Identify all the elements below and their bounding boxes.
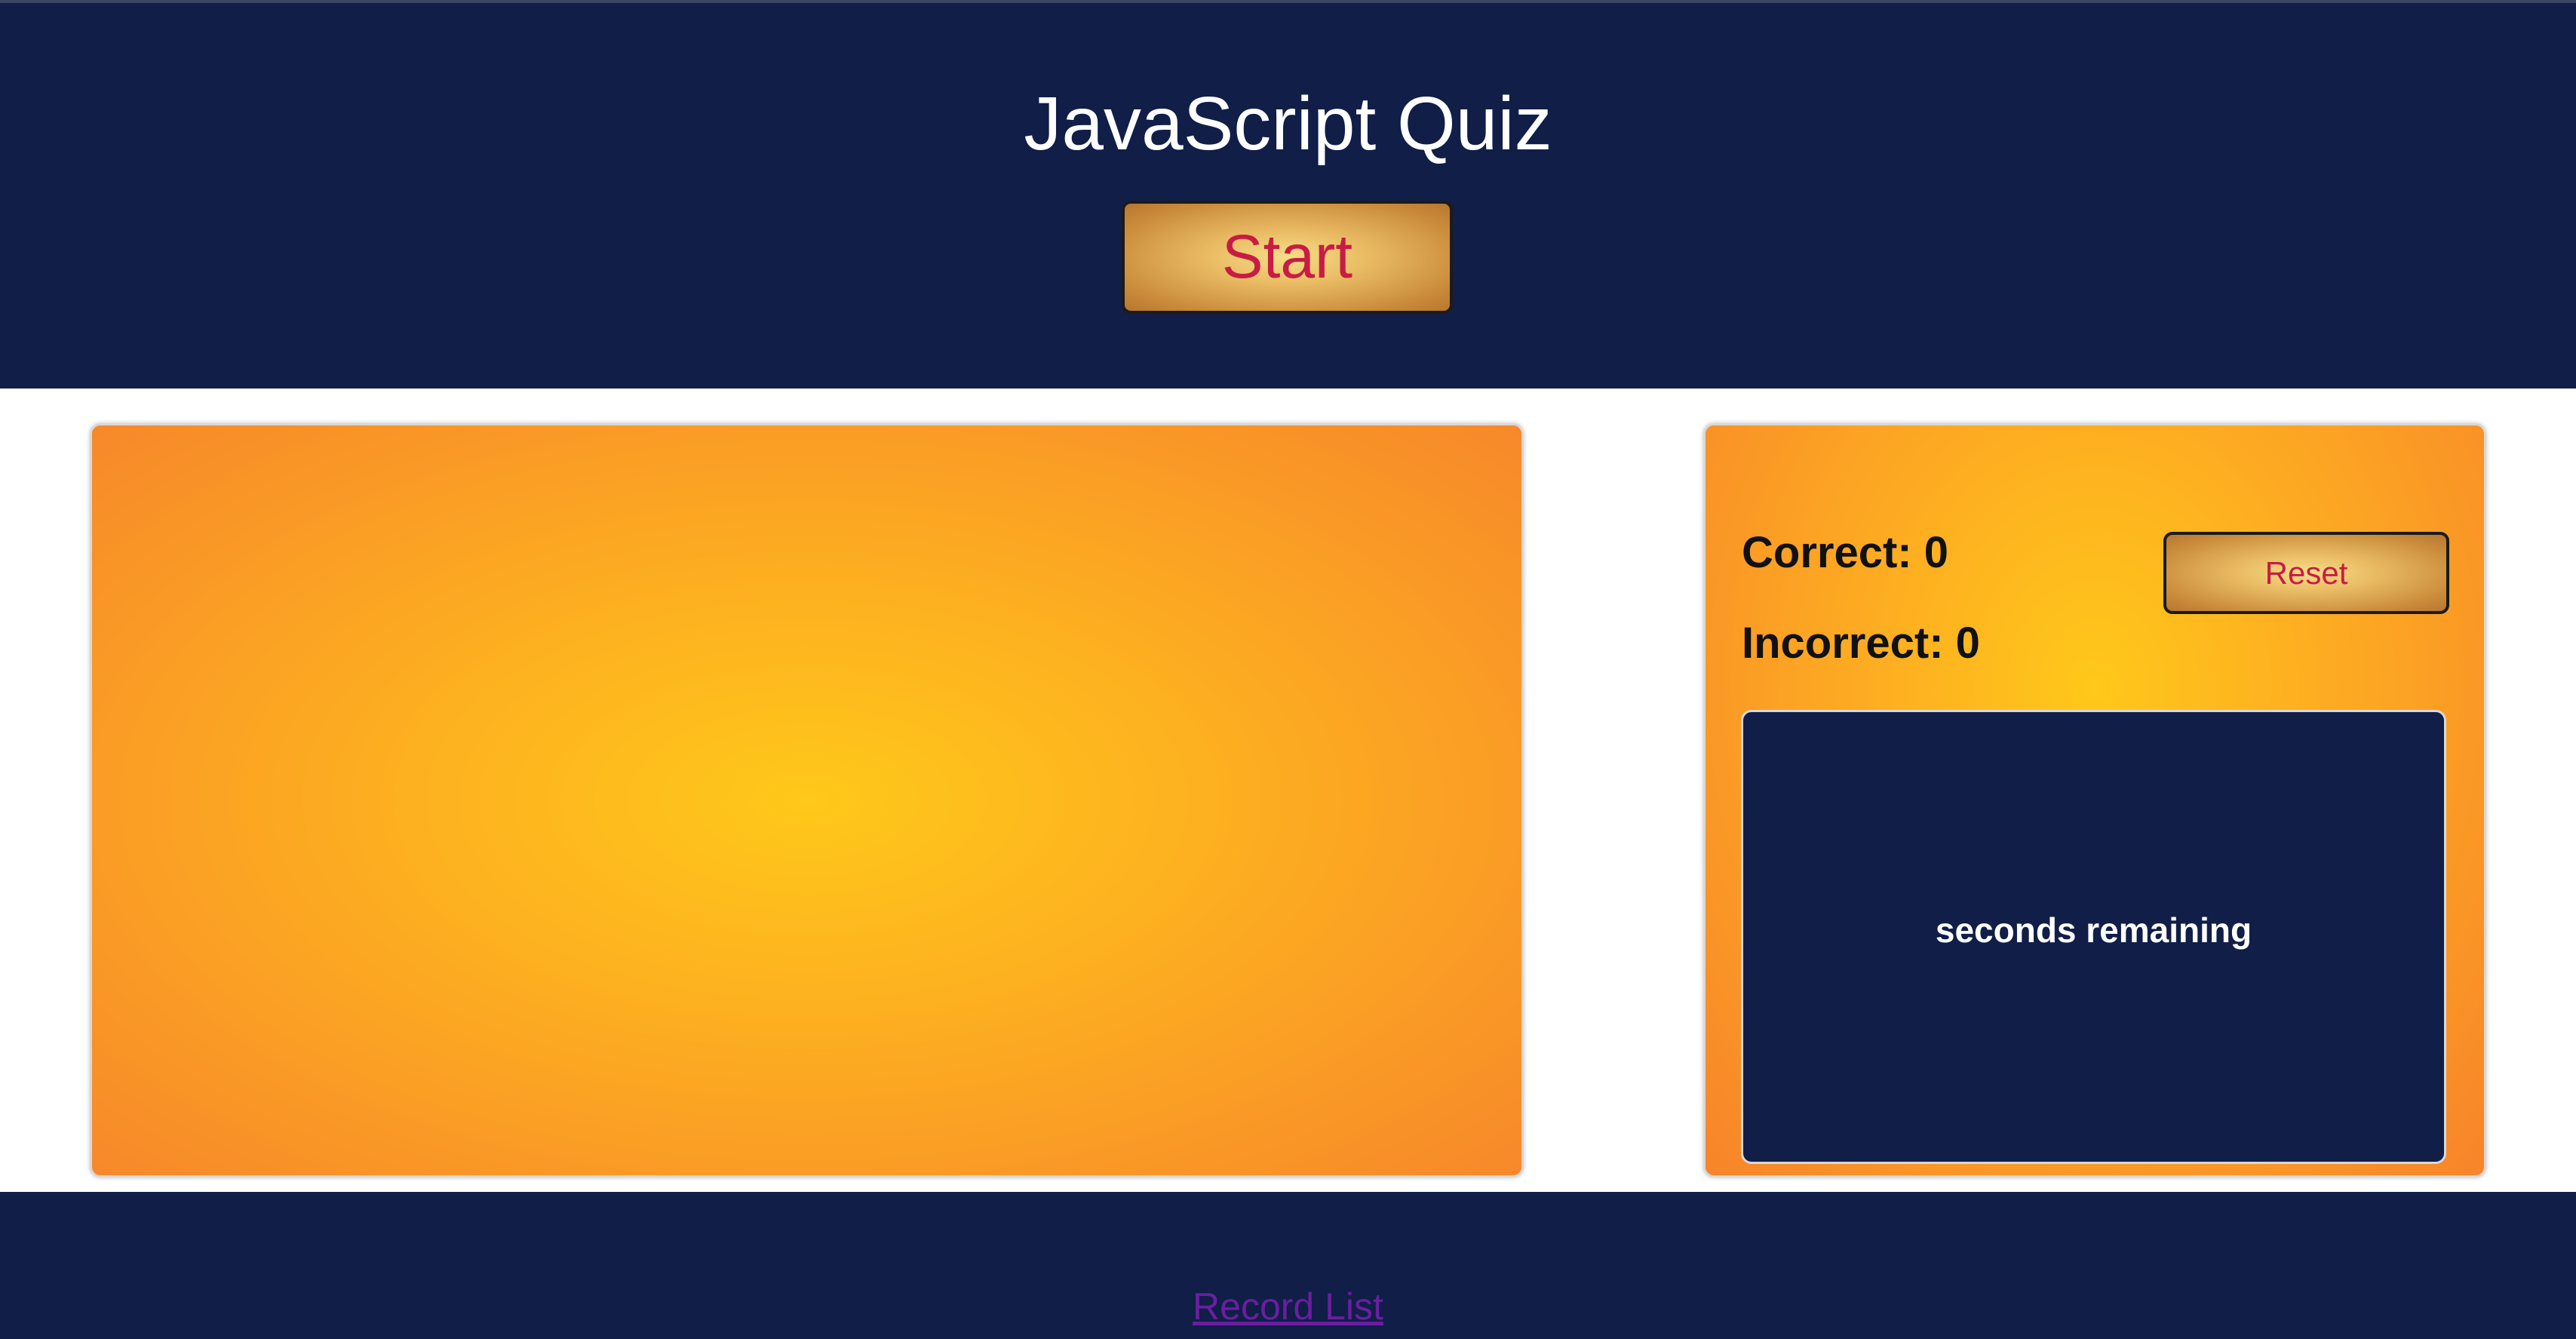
page-title: JavaScript Quiz: [1024, 81, 1552, 166]
footer: Record List: [0, 1192, 2576, 1339]
correct-count: Correct: 0: [1742, 528, 1948, 577]
reset-button[interactable]: Reset: [2163, 532, 2449, 614]
header: JavaScript Quiz Start: [0, 3, 2576, 388]
page: JavaScript Quiz Start Correct: 0 Incorre…: [0, 0, 2576, 1339]
start-button[interactable]: Start: [1122, 201, 1453, 314]
timer-box: seconds remaining: [1741, 710, 2446, 1164]
quiz-question-panel: [90, 423, 1524, 1178]
scoreboard-panel: Correct: 0 Incorrect: 0 Reset seconds re…: [1703, 423, 2486, 1178]
record-list-container: Record List: [0, 1285, 2576, 1328]
timer-text: seconds remaining: [1935, 911, 2252, 950]
record-list-link[interactable]: Record List: [1193, 1285, 1383, 1328]
incorrect-count: Incorrect: 0: [1742, 619, 1980, 668]
